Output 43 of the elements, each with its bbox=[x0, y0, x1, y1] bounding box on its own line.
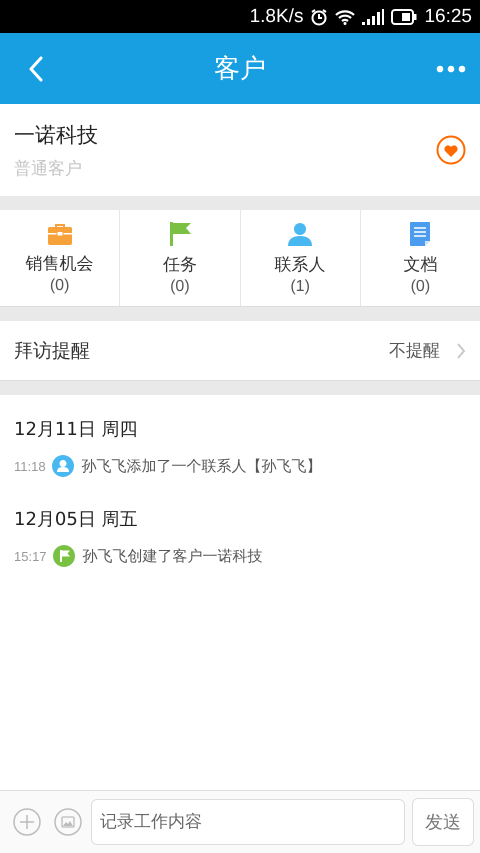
tile-label: 销售机会 bbox=[26, 252, 94, 274]
entry-time: 11:18 bbox=[14, 458, 46, 474]
more-icon bbox=[436, 64, 466, 72]
tile-count: (0) bbox=[50, 276, 70, 294]
tile-count: (0) bbox=[170, 278, 190, 296]
customer-name: 一诺科技 bbox=[14, 122, 98, 148]
wifi-icon bbox=[335, 8, 356, 24]
flag-icon bbox=[52, 545, 75, 567]
back-icon bbox=[28, 56, 44, 82]
date-heading: 12月05日 周五 bbox=[14, 508, 139, 531]
tile-count: (1) bbox=[290, 278, 310, 296]
network-speed: 1.8K/s bbox=[250, 6, 304, 28]
image-button[interactable] bbox=[54, 808, 82, 836]
more-button[interactable] bbox=[436, 64, 466, 72]
battery-icon bbox=[391, 8, 418, 24]
tile-label: 联系人 bbox=[274, 254, 326, 276]
image-icon bbox=[54, 808, 82, 836]
favorite-button[interactable] bbox=[436, 135, 466, 165]
tile-count: (0) bbox=[410, 278, 430, 296]
reminder-label: 拜访提醒 bbox=[14, 338, 91, 364]
signal-icon bbox=[362, 8, 384, 24]
customer-type: 普通客户 bbox=[14, 158, 83, 180]
person-icon bbox=[287, 220, 314, 246]
clock: 16:25 bbox=[424, 6, 472, 28]
chevron-icon bbox=[456, 342, 466, 360]
plus-icon bbox=[13, 808, 41, 836]
input-field[interactable]: 记录工作内容 bbox=[91, 799, 405, 845]
visit-reminder-row[interactable]: 拜访提醒 不提醒 bbox=[0, 321, 480, 381]
tile-label: 文档 bbox=[403, 254, 438, 276]
screen-title: 客户 bbox=[214, 53, 266, 86]
person-icon bbox=[52, 455, 74, 477]
tile-label: 任务 bbox=[162, 254, 197, 276]
entry-text: 孙飞飞创建了客户一诺科技 bbox=[82, 546, 263, 566]
add-button[interactable] bbox=[13, 808, 41, 836]
date-heading: 12月11日 周四 bbox=[14, 418, 139, 441]
send-button[interactable]: 发送 bbox=[412, 798, 474, 846]
document-icon bbox=[409, 220, 432, 246]
alarm-icon bbox=[310, 8, 328, 26]
entry-text: 孙飞飞添加了一个联系人【孙飞飞】 bbox=[82, 456, 322, 476]
reminder-value: 不提醒 bbox=[389, 340, 440, 362]
briefcase-icon bbox=[46, 222, 73, 246]
back-button[interactable] bbox=[28, 56, 44, 82]
entry-time: 15:17 bbox=[14, 548, 47, 564]
